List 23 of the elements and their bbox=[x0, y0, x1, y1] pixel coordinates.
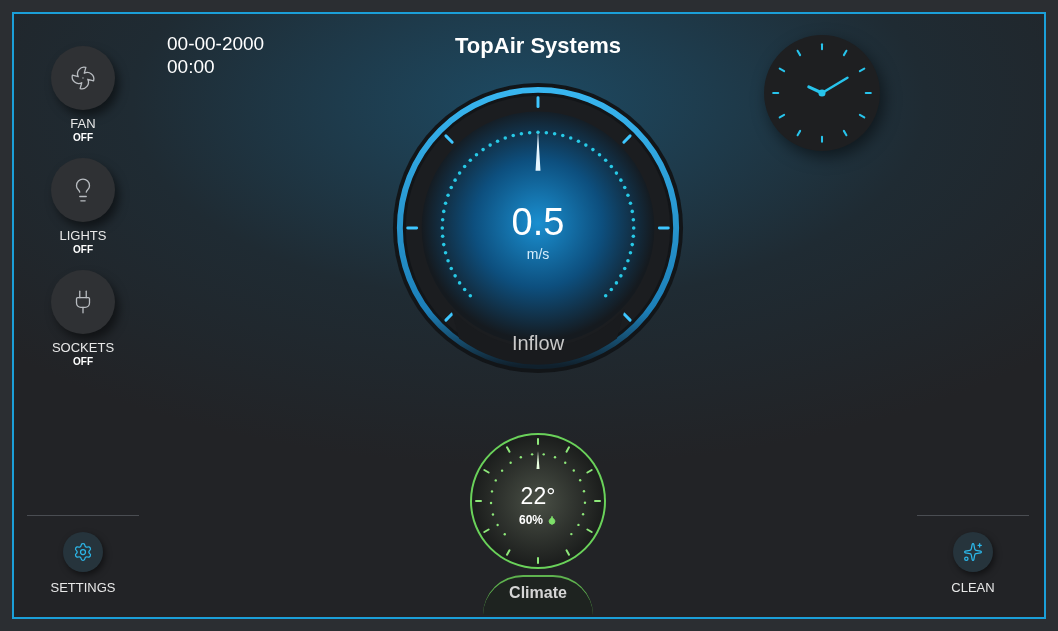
sparkles-icon bbox=[963, 541, 983, 562]
airflow-label: Inflow bbox=[510, 331, 566, 356]
climate-tab[interactable]: Climate bbox=[483, 575, 593, 615]
airflow-unit: m/s bbox=[525, 245, 551, 264]
device-label: FAN bbox=[70, 116, 96, 132]
app-title: TopAir Systems bbox=[455, 32, 621, 60]
droplet-icon bbox=[547, 515, 557, 525]
device-status: OFF bbox=[73, 132, 93, 144]
device-label: LIGHTS bbox=[59, 228, 107, 244]
date-text: 00-00-2000 bbox=[167, 32, 266, 55]
action-button[interactable] bbox=[953, 531, 993, 572]
humidity-value: 60% bbox=[519, 512, 543, 529]
action-label: CLEAN bbox=[951, 578, 995, 597]
time-text: 00:00 bbox=[167, 55, 216, 78]
fan-icon bbox=[70, 65, 96, 91]
airflow-value: 0.5 bbox=[510, 200, 566, 244]
device-label: SOCKETS bbox=[51, 340, 115, 356]
temperature-value: 22° bbox=[519, 483, 557, 509]
device-status: OFF bbox=[73, 356, 93, 368]
device-status: OFF bbox=[73, 244, 93, 256]
action-label: SETTINGS bbox=[50, 578, 116, 597]
settings-icon bbox=[73, 541, 93, 562]
action-button[interactable] bbox=[63, 531, 103, 572]
